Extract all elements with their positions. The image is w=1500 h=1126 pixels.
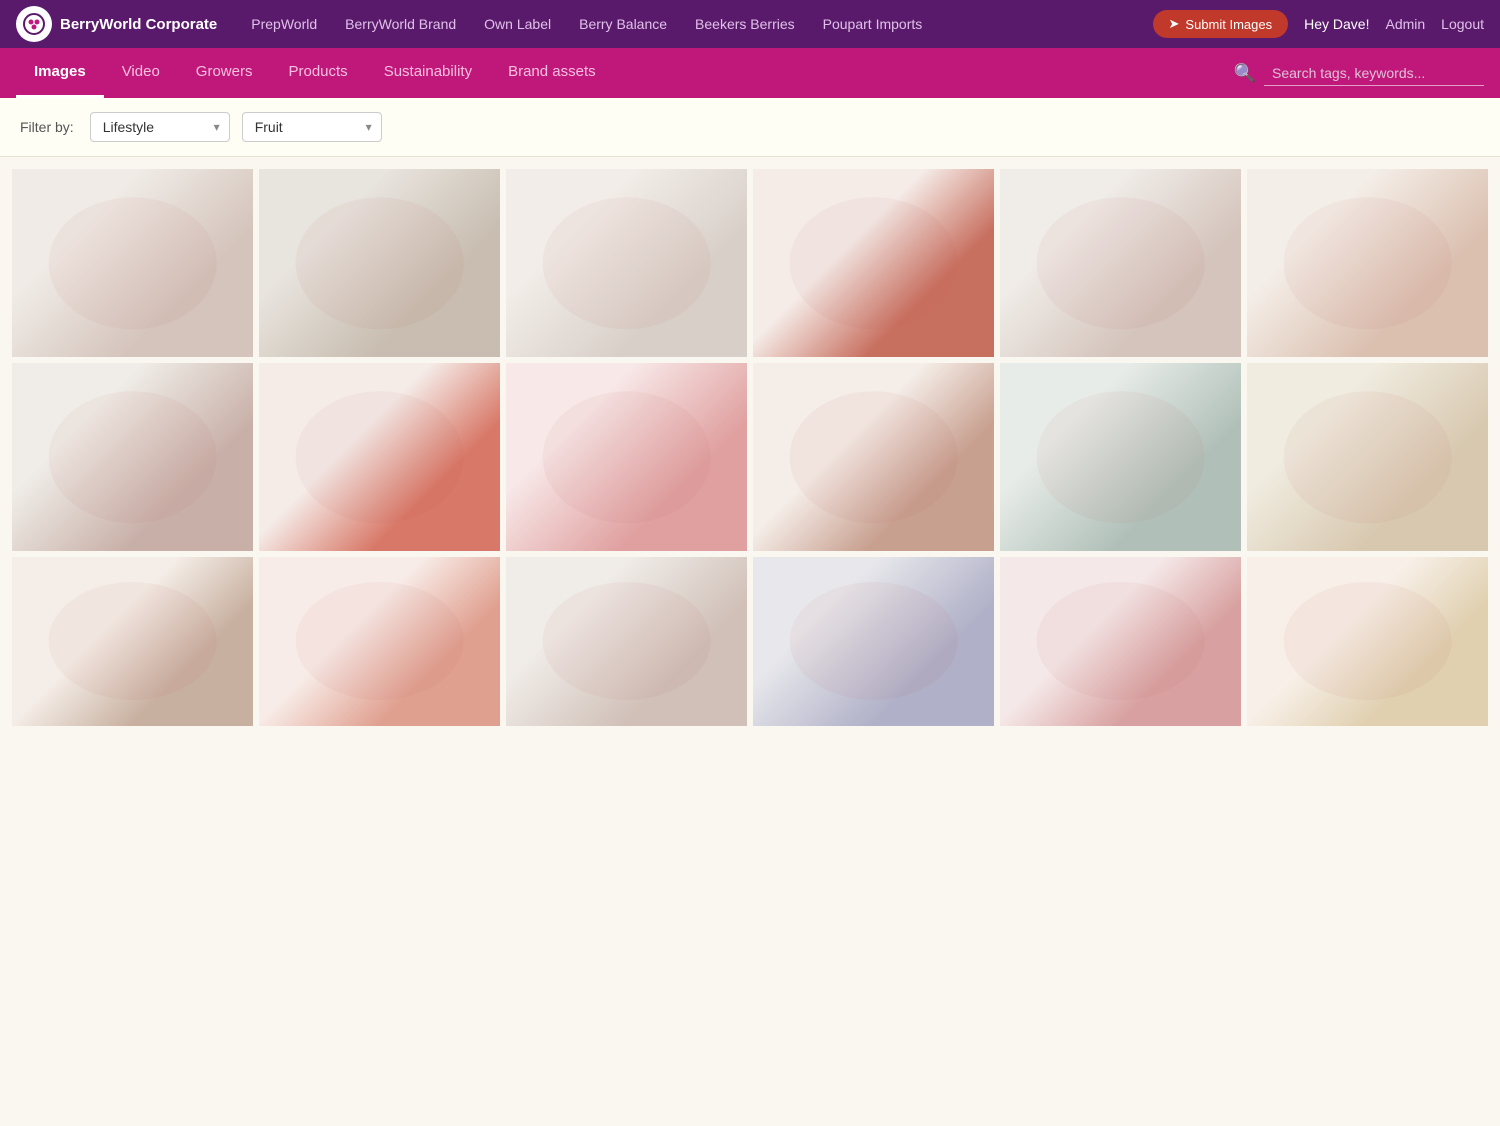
image-card-9[interactable] bbox=[506, 363, 747, 551]
logo-icon bbox=[16, 6, 52, 42]
nav-link-prepworld[interactable]: PrepWorld bbox=[237, 0, 331, 48]
image-grid bbox=[0, 157, 1500, 738]
tab-images[interactable]: Images bbox=[16, 48, 104, 98]
top-nav: BerryWorld Corporate PrepWorld BerryWorl… bbox=[0, 0, 1500, 48]
filter-by-label: Filter by: bbox=[20, 119, 74, 135]
nav-link-beekers[interactable]: Beekers Berries bbox=[681, 0, 809, 48]
image-card-3[interactable] bbox=[506, 169, 747, 357]
upload-icon: ➤ bbox=[1169, 16, 1180, 32]
tab-products[interactable]: Products bbox=[270, 48, 365, 98]
nav-link-berry-balance[interactable]: Berry Balance bbox=[565, 0, 681, 48]
image-card-5[interactable] bbox=[1000, 169, 1241, 357]
image-card-15[interactable] bbox=[506, 557, 747, 726]
image-card-11[interactable] bbox=[1000, 363, 1241, 551]
image-card-16[interactable] bbox=[753, 557, 994, 726]
image-card-10[interactable] bbox=[753, 363, 994, 551]
fruit-filter-wrapper: Fruit Vegetable Berry bbox=[242, 112, 382, 142]
filter-bar: Filter by: Lifestyle Studio Outdoor Frui… bbox=[0, 98, 1500, 157]
image-card-6[interactable] bbox=[1247, 169, 1488, 357]
image-card-1[interactable] bbox=[12, 169, 253, 357]
lifestyle-filter-wrapper: Lifestyle Studio Outdoor bbox=[90, 112, 230, 142]
image-card-4[interactable] bbox=[753, 169, 994, 357]
tab-video[interactable]: Video bbox=[104, 48, 178, 98]
admin-link[interactable]: Admin bbox=[1385, 16, 1425, 32]
search-area: 🔍 bbox=[1234, 61, 1484, 86]
image-card-13[interactable] bbox=[12, 557, 253, 726]
nav-link-poupart[interactable]: Poupart Imports bbox=[809, 0, 937, 48]
greeting-text: Hey Dave! bbox=[1304, 16, 1369, 32]
tab-brand-assets[interactable]: Brand assets bbox=[490, 48, 614, 98]
image-card-12[interactable] bbox=[1247, 363, 1488, 551]
top-nav-links: PrepWorld BerryWorld Brand Own Label Ber… bbox=[237, 0, 1152, 48]
lifestyle-filter[interactable]: Lifestyle Studio Outdoor bbox=[90, 112, 230, 142]
search-icon: 🔍 bbox=[1234, 63, 1256, 84]
submit-images-button[interactable]: ➤ Submit Images bbox=[1153, 10, 1289, 38]
tab-sustainability[interactable]: Sustainability bbox=[366, 48, 490, 98]
tab-growers[interactable]: Growers bbox=[178, 48, 271, 98]
top-nav-right: ➤ Submit Images Hey Dave! Admin Logout bbox=[1153, 10, 1484, 38]
nav-link-berryworld-brand[interactable]: BerryWorld Brand bbox=[331, 0, 470, 48]
image-card-2[interactable] bbox=[259, 169, 500, 357]
image-card-7[interactable] bbox=[12, 363, 253, 551]
image-card-14[interactable] bbox=[259, 557, 500, 726]
secondary-nav: Images Video Growers Products Sustainabi… bbox=[0, 48, 1500, 98]
logo-text: BerryWorld Corporate bbox=[60, 16, 217, 33]
logo[interactable]: BerryWorld Corporate bbox=[16, 6, 217, 42]
logout-link[interactable]: Logout bbox=[1441, 16, 1484, 32]
fruit-filter[interactable]: Fruit Vegetable Berry bbox=[242, 112, 382, 142]
image-card-17[interactable] bbox=[1000, 557, 1241, 726]
search-input[interactable] bbox=[1264, 61, 1484, 86]
image-card-8[interactable] bbox=[259, 363, 500, 551]
nav-link-own-label[interactable]: Own Label bbox=[470, 0, 565, 48]
image-card-18[interactable] bbox=[1247, 557, 1488, 726]
